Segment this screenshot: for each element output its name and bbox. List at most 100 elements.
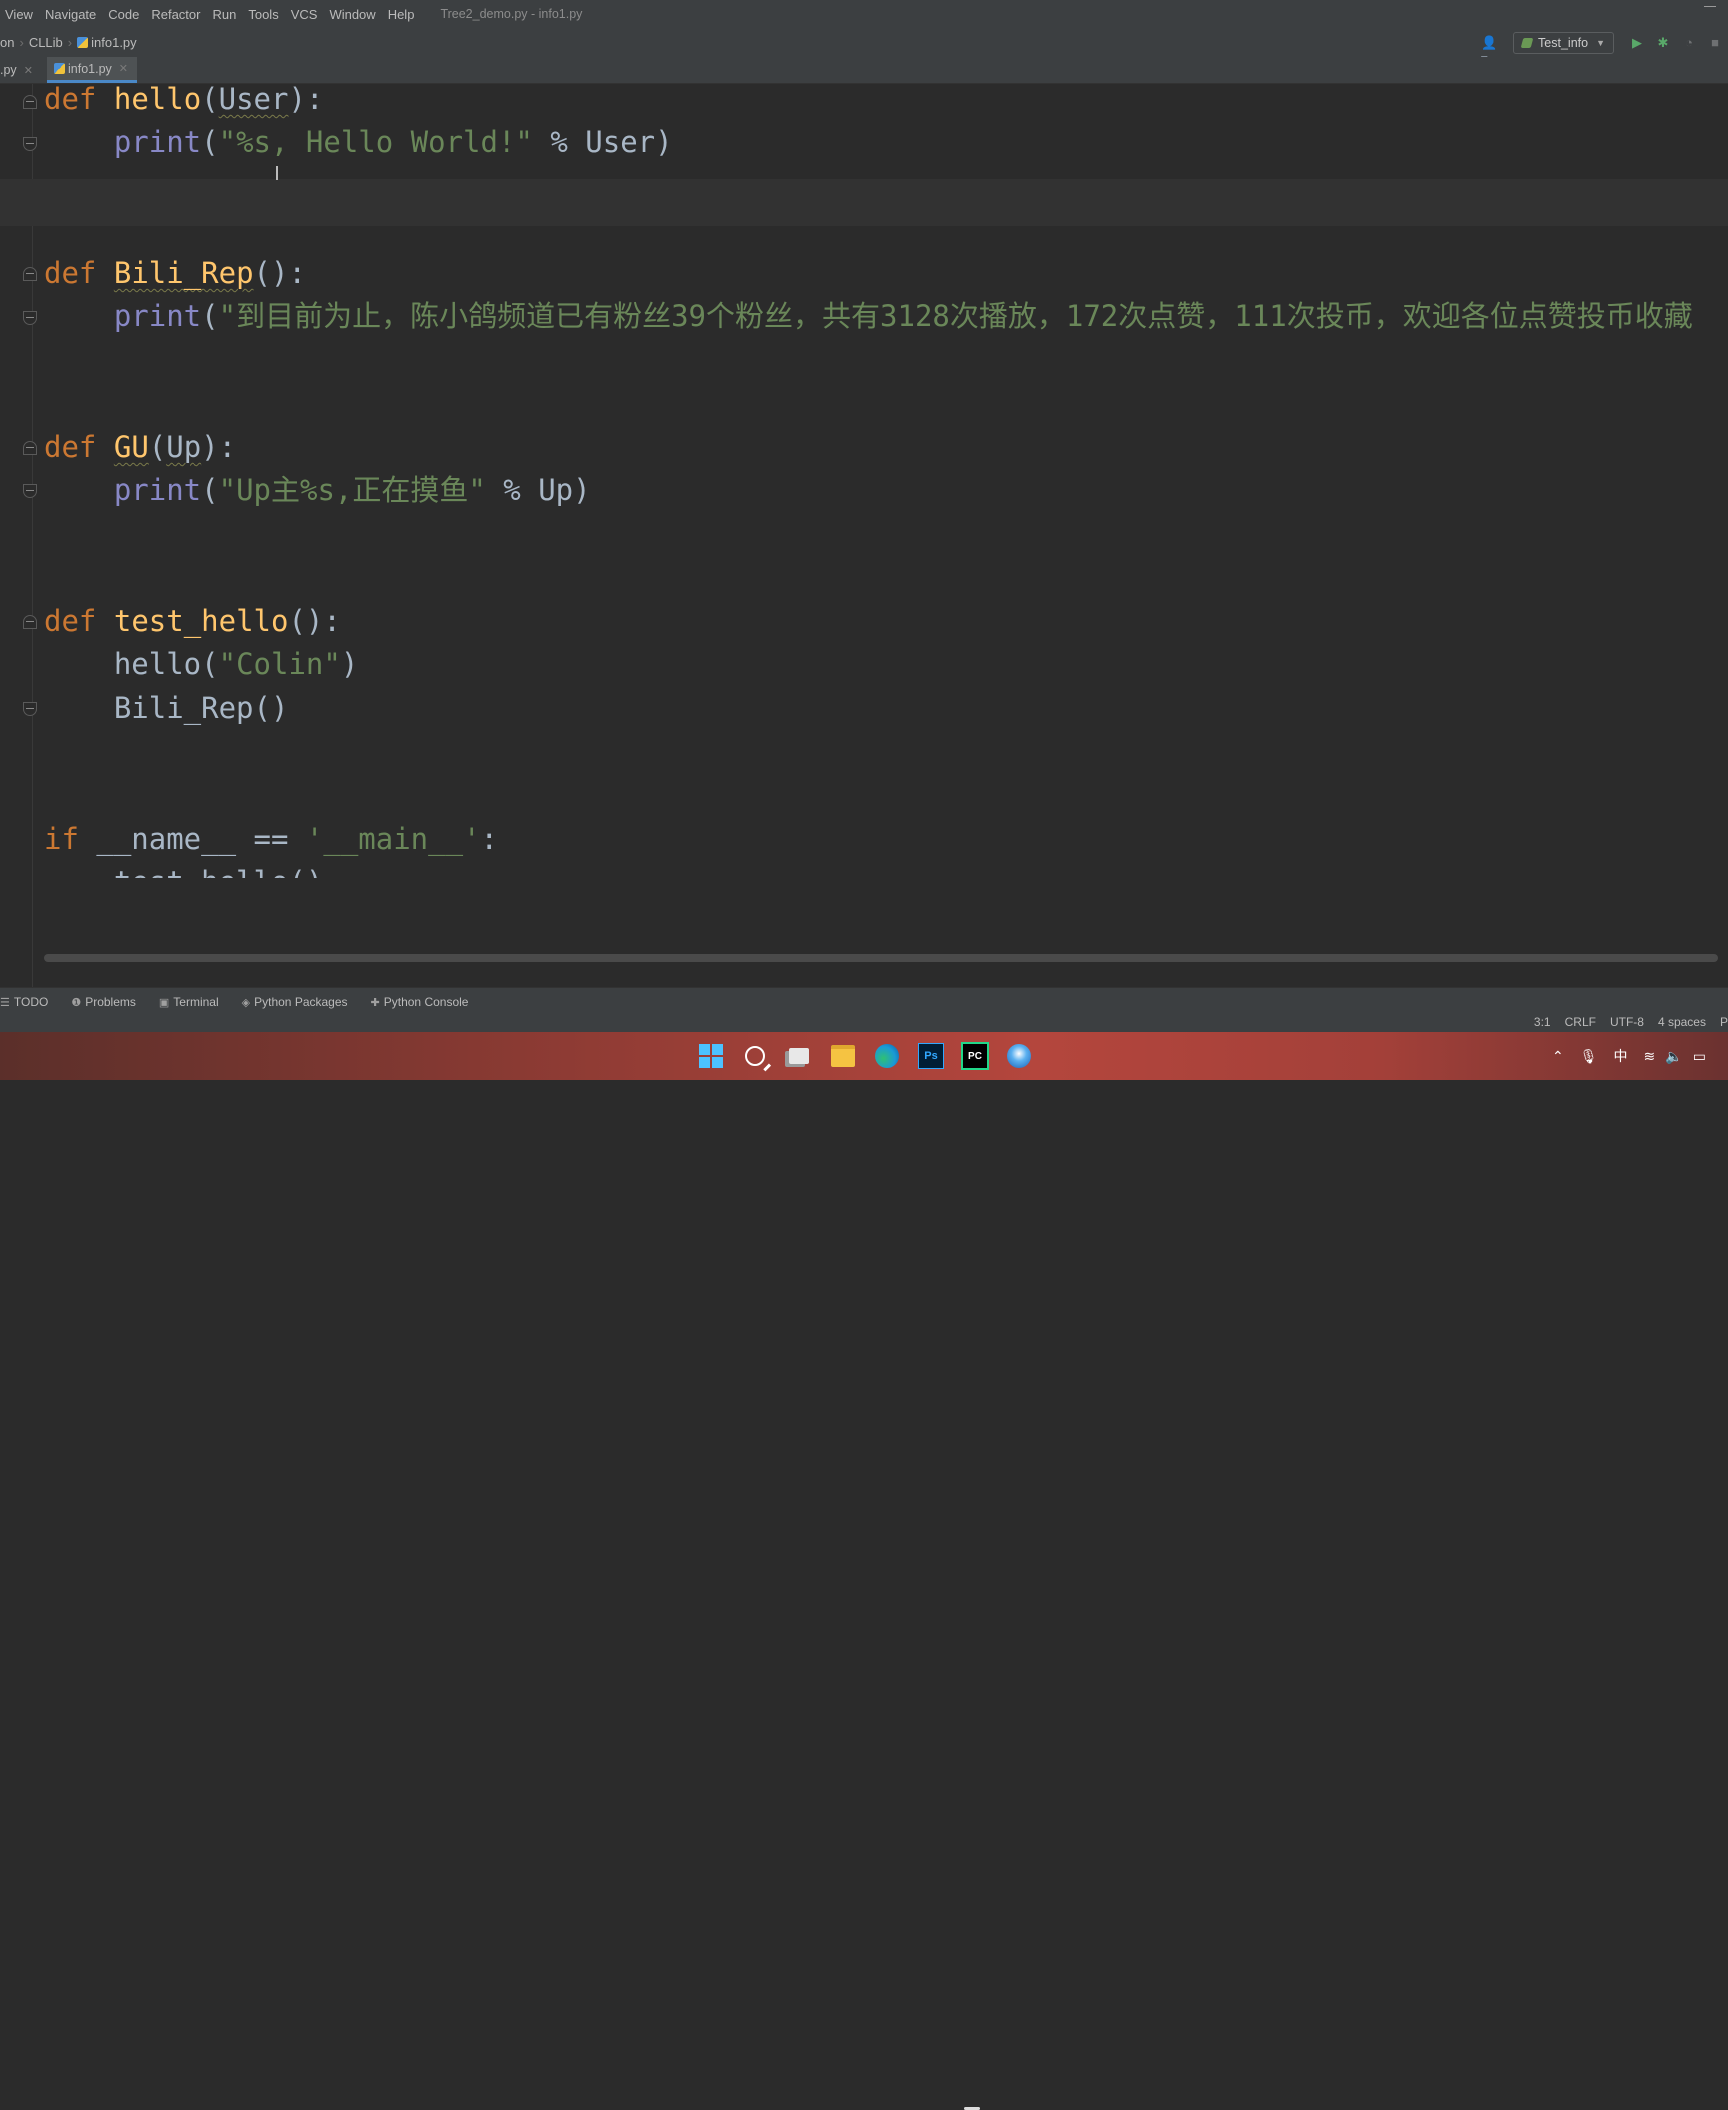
- volume-icon[interactable]: 🔈: [1665, 1048, 1682, 1065]
- packages-icon: ◈: [241, 996, 251, 1009]
- breadcrumb-project[interactable]: on: [0, 35, 14, 50]
- pycharm-button[interactable]: PC: [959, 1040, 991, 1072]
- tool-tab-terminal[interactable]: ▣ Terminal: [159, 995, 219, 1009]
- user-account-icon[interactable]: 👤▾: [1481, 35, 1501, 66]
- menu-window[interactable]: Window: [323, 7, 381, 22]
- line-separator[interactable]: CRLF: [1565, 1015, 1596, 1029]
- close-icon[interactable]: ✕: [24, 64, 33, 77]
- menu-tools[interactable]: Tools: [242, 7, 284, 22]
- browser-button[interactable]: [1003, 1040, 1035, 1072]
- wifi-icon[interactable]: ≋: [1644, 1048, 1656, 1065]
- fold-marker-icon[interactable]: [23, 267, 37, 281]
- fold-marker-icon[interactable]: [23, 95, 37, 109]
- tab-label: info1.py: [68, 61, 112, 76]
- debug-icon[interactable]: ✱: [1655, 35, 1671, 51]
- code-line: print("Up主%s,正在摸鱼" % Up): [113, 473, 591, 507]
- fold-marker-icon[interactable]: [23, 441, 37, 455]
- code-line: hello("Colin"): [113, 647, 359, 681]
- tab-info1[interactable]: info1.py ✕: [47, 57, 137, 83]
- microphone-icon[interactable]: 🎙: [1580, 1048, 1598, 1065]
- tool-tab-problems[interactable]: ❶ Problems: [71, 995, 136, 1009]
- pycharm-icon: PC: [961, 1042, 989, 1070]
- code-line: print("到目前为止，陈小鸽频道已有粉丝39个粉丝，共有3128次播放，17…: [113, 299, 1693, 333]
- caret-row-highlight: [0, 179, 1728, 226]
- code-editor[interactable]: def hello(User): print("%s, Hello World!…: [0, 82, 1728, 987]
- interpreter-status[interactable]: P: [1720, 1015, 1728, 1029]
- windows-logo-icon: [699, 1044, 723, 1068]
- caret-position[interactable]: 3:1: [1534, 1015, 1551, 1029]
- code-line: def test_hello():: [44, 604, 341, 638]
- navigation-bar: on › CLLib › info1.py 👤▾ Test_info ▼ ▶ ✱…: [0, 28, 1728, 66]
- mouse-text-cursor: [276, 166, 278, 180]
- status-bar: 3:1 CRLF UTF-8 4 spaces P: [0, 1015, 1728, 1032]
- todo-icon: ☰: [0, 996, 10, 1009]
- code-line: print("%s, Hello World!" % User): [113, 125, 673, 159]
- photoshop-icon: Ps: [918, 1043, 944, 1069]
- tool-tab-python-packages[interactable]: ◈ Python Packages: [242, 995, 348, 1009]
- window-title: Tree2_demo.py - info1.py: [440, 7, 583, 21]
- fold-marker-icon[interactable]: [23, 311, 37, 325]
- terminal-icon: ▣: [158, 996, 170, 1009]
- code-line: Bili_Rep(): [113, 691, 289, 725]
- menu-code[interactable]: Code: [102, 7, 145, 22]
- horizontal-scrollbar[interactable]: [44, 954, 1718, 962]
- photoshop-button[interactable]: Ps: [915, 1040, 947, 1072]
- start-button[interactable]: [695, 1040, 727, 1072]
- edge-button[interactable]: [871, 1040, 903, 1072]
- breadcrumb-file[interactable]: info1.py: [91, 35, 137, 50]
- fold-marker-icon[interactable]: [23, 702, 37, 716]
- close-icon[interactable]: ✕: [119, 62, 128, 75]
- code-line: if __name__ == '__main__':: [44, 822, 498, 856]
- minimize-icon[interactable]: [1704, 6, 1716, 7]
- breadcrumb-folder[interactable]: CLLib: [29, 35, 63, 50]
- menu-bar: View Navigate Code Refactor Run Tools VC…: [0, 0, 1728, 28]
- python-file-icon: [77, 37, 89, 48]
- menu-view[interactable]: View: [0, 7, 39, 22]
- stop-icon[interactable]: ■: [1707, 35, 1723, 51]
- task-view-button[interactable]: [783, 1040, 815, 1072]
- fold-marker-icon[interactable]: [23, 615, 37, 629]
- info-icon: ❶: [71, 996, 82, 1009]
- edge-icon: [875, 1044, 899, 1068]
- run-config-label: Test_info: [1538, 35, 1589, 50]
- system-tray: ⌃ 🎙 中 ≋ 🔈 ▭: [1552, 1032, 1706, 1080]
- menu-vcs[interactable]: VCS: [285, 7, 324, 22]
- tool-tab-python-console[interactable]: ✚ Python Console: [371, 995, 469, 1009]
- menu-help[interactable]: Help: [382, 7, 421, 22]
- chevron-up-icon[interactable]: ⌃: [1552, 1048, 1564, 1065]
- indent-setting[interactable]: 4 spaces: [1658, 1015, 1706, 1029]
- code-line: def GU(Up):: [44, 430, 237, 464]
- search-icon: [745, 1046, 765, 1066]
- run-toolbar: 👤▾ Test_info ▼ ▶ ✱ ◔ ■: [1481, 28, 1728, 66]
- ime-indicator[interactable]: 中: [1614, 1046, 1628, 1066]
- pytest-config-icon: [1520, 37, 1534, 48]
- chevron-down-icon: ▼: [1596, 37, 1605, 48]
- python-file-icon: [54, 63, 65, 74]
- tool-tab-todo[interactable]: ☰ TODO: [0, 995, 48, 1009]
- task-view-icon: [789, 1048, 809, 1064]
- code-line: def hello(User):: [44, 82, 324, 116]
- code-line: def Bili_Rep():: [44, 256, 306, 290]
- fold-marker-icon[interactable]: [23, 137, 37, 151]
- fold-marker-icon[interactable]: [23, 484, 37, 498]
- breadcrumb-separator: ›: [19, 35, 24, 50]
- taskbar-search[interactable]: [739, 1040, 771, 1072]
- tab-label: .py: [0, 63, 17, 77]
- browser-icon: [1007, 1044, 1031, 1068]
- run-icon[interactable]: ▶: [1629, 35, 1645, 51]
- folder-icon: [831, 1045, 855, 1067]
- python-console-icon: ✚: [370, 996, 380, 1009]
- menu-navigate[interactable]: Navigate: [39, 7, 102, 22]
- tab-previous-file[interactable]: .py ✕: [0, 57, 33, 83]
- menu-refactor[interactable]: Refactor: [145, 7, 206, 22]
- file-encoding[interactable]: UTF-8: [1610, 1015, 1644, 1029]
- run-configuration-dropdown[interactable]: Test_info ▼: [1513, 31, 1614, 54]
- file-explorer-button[interactable]: [827, 1040, 859, 1072]
- coverage-icon[interactable]: ◔: [1681, 35, 1697, 51]
- code-line: test_hello(): [44, 865, 324, 899]
- menu-run[interactable]: Run: [206, 7, 242, 22]
- tool-window-bar: ☰ TODO ❶ Problems ▣ Terminal ◈ Python Packag…: [0, 987, 1728, 1016]
- battery-icon[interactable]: ▭: [1693, 1048, 1706, 1065]
- windows-taskbar: Ps PC ⌃ 🎙 中 ≋ 🔈 ▭: [0, 1032, 1728, 2110]
- editor-tab-bar: .py ✕ info1.py ✕: [0, 57, 1728, 84]
